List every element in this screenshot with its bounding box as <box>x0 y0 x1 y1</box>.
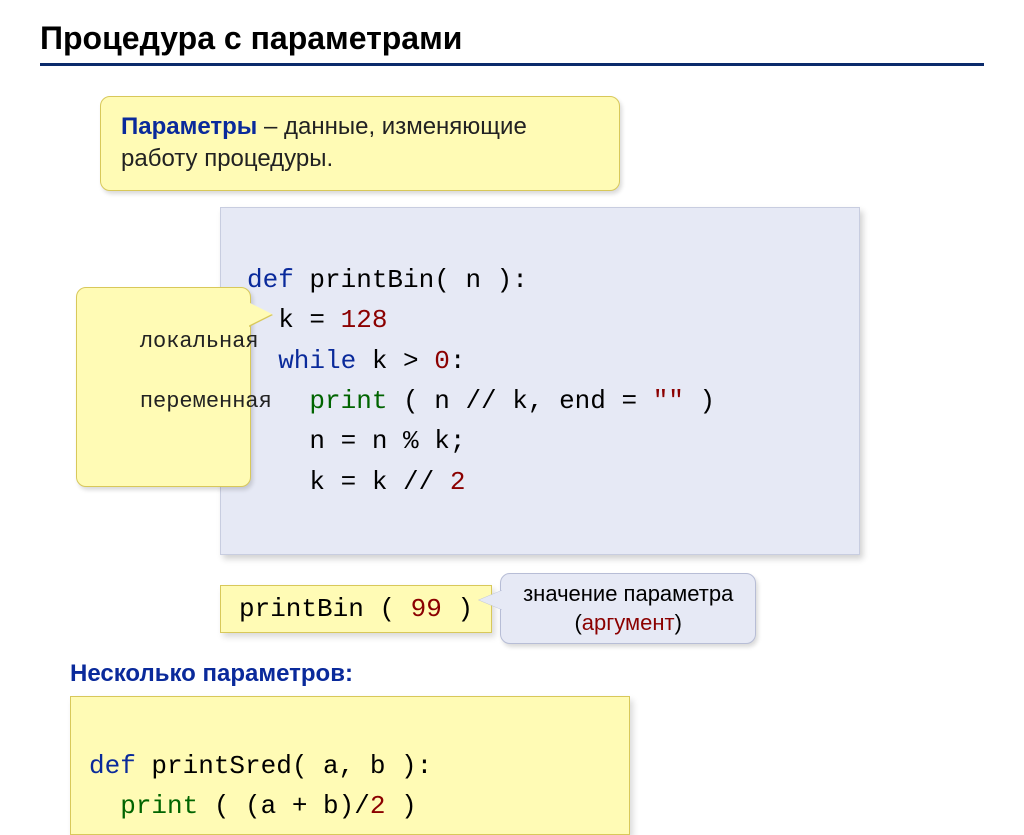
callout-tail-icon <box>479 590 503 610</box>
call-code: printBin ( 99 ) <box>220 585 492 633</box>
code2-l2-pre <box>89 791 120 821</box>
code2-l1-rest: printSred( a, b ): <box>136 751 432 781</box>
local-var-line1: локальная <box>140 329 259 354</box>
code-kw-def: def <box>247 265 294 295</box>
call-pre: printBin ( <box>239 594 411 624</box>
code-l4-end: ) <box>684 386 715 416</box>
callout-argument: значение параметра (аргумент) <box>500 573 756 644</box>
code2-l2-end: ) <box>385 791 416 821</box>
code-l2-num: 128 <box>341 305 388 335</box>
code2-l2-mid: ( (a + b)/ <box>198 791 370 821</box>
code-kw-while: while <box>247 346 356 376</box>
code-l3-num: 0 <box>434 346 450 376</box>
code-fn-print: print <box>309 386 387 416</box>
code-l3-rest: k > <box>356 346 434 376</box>
code-l4-str: "" <box>653 386 684 416</box>
page-title: Процедура с параметрами <box>40 20 984 66</box>
code2-l2-num: 2 <box>370 791 386 821</box>
code-l3-end: : <box>450 346 466 376</box>
callout-tail-icon <box>248 302 272 326</box>
code-l5: n = n % k; <box>247 426 465 456</box>
subheader-multi-params: Несколько параметров: <box>70 660 984 688</box>
callout-local-var: локальная переменная <box>76 287 251 487</box>
arg-line1: значение параметра <box>523 581 733 606</box>
arg-line2-pre: ( <box>574 610 581 635</box>
code2-kw-def: def <box>89 751 136 781</box>
main-code-block: def printBin( n ): k = 128 while k > 0: … <box>220 207 860 555</box>
multi-params-code: def printSred( a, b ): print ( (a + b)/2… <box>70 696 630 835</box>
call-num: 99 <box>411 594 442 624</box>
code2-fn-print: print <box>120 791 198 821</box>
call-post: ) <box>442 594 473 624</box>
code-l4-mid: ( n // k, end = <box>387 386 652 416</box>
arg-line2-post: ) <box>675 610 682 635</box>
local-var-line2: переменная <box>140 389 272 414</box>
code-l1: printBin( n ): <box>294 265 528 295</box>
code-l6-num: 2 <box>450 467 466 497</box>
code-l6-pre: k = k // <box>247 467 450 497</box>
parameters-term: Параметры <box>121 113 257 140</box>
callout-parameters: Параметры – данные, изменяющие работу пр… <box>100 96 620 191</box>
arg-term: аргумент <box>582 610 675 635</box>
